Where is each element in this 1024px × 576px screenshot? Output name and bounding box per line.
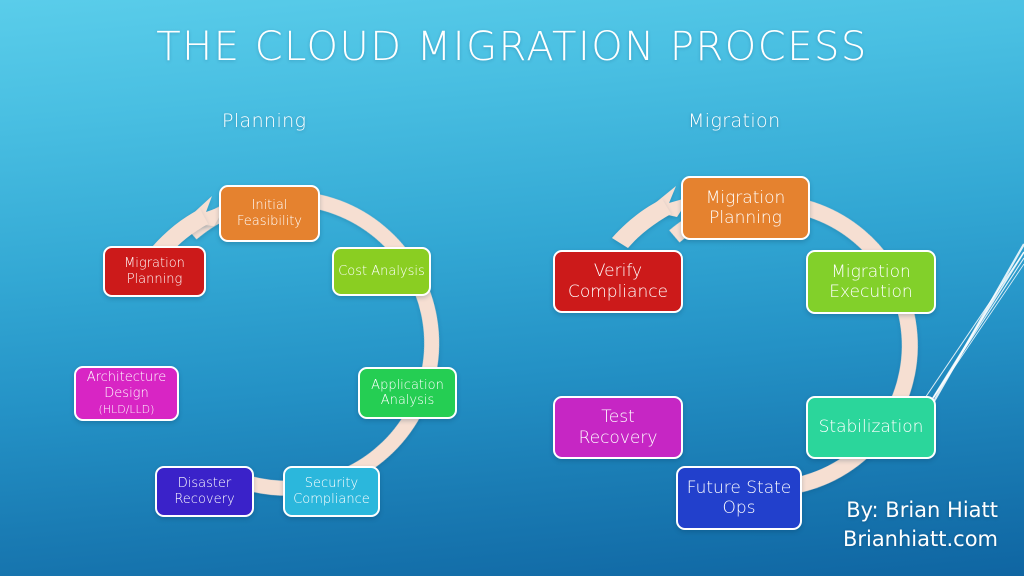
node-label: Cost Analysis <box>338 263 425 279</box>
node-future-state-ops[interactable]: Future State Ops <box>676 466 802 530</box>
node-initial-feasibility[interactable]: Initial Feasibility <box>219 185 320 242</box>
node-cost-analysis[interactable]: Cost Analysis <box>332 247 431 296</box>
credit-author: By: Brian Hiatt <box>846 498 998 522</box>
node-test-recovery[interactable]: Test Recovery <box>553 396 683 459</box>
node-migration-planning-left[interactable]: Migration Planning <box>103 246 206 297</box>
node-label: Architecture Design <box>86 370 167 401</box>
node-migration-planning-right[interactable]: Migration Planning <box>681 176 810 240</box>
node-label: Security Compliance <box>293 476 370 507</box>
page-title: THE CLOUD MIGRATION PROCESS <box>156 24 868 70</box>
slide-canvas: THE CLOUD MIGRATION PROCESS Planning Mig… <box>0 0 1024 576</box>
node-label: Application Analysis <box>371 377 444 408</box>
node-migration-execution[interactable]: Migration Execution <box>806 250 936 314</box>
node-security-compliance[interactable]: Security Compliance <box>283 466 380 517</box>
node-verify-compliance[interactable]: Verify Compliance <box>553 250 683 313</box>
credit-website: Brianhiatt.com <box>842 527 998 551</box>
node-label: Test Recovery <box>578 407 658 448</box>
node-sublabel: (HLD/LLD) <box>98 402 155 416</box>
node-stabilization[interactable]: Stabilization <box>806 396 936 459</box>
section-label-planning: Planning <box>222 110 307 132</box>
node-application-analysis[interactable]: Application Analysis <box>358 367 457 419</box>
node-label: Stabilization <box>818 417 924 438</box>
node-label: Initial Feasibility <box>237 198 302 229</box>
section-label-migration: Migration <box>688 110 781 132</box>
node-label: Migration Planning <box>124 256 185 287</box>
node-label: Migration Planning <box>705 187 786 228</box>
node-architecture-design[interactable]: Architecture Design (HLD/LLD) <box>74 366 179 421</box>
node-label: Verify Compliance <box>567 261 669 302</box>
node-disaster-recovery[interactable]: Disaster Recovery <box>155 466 254 517</box>
node-label: Migration Execution <box>829 261 913 302</box>
node-label: Disaster Recovery <box>174 476 235 507</box>
node-label: Future State Ops <box>686 477 792 518</box>
